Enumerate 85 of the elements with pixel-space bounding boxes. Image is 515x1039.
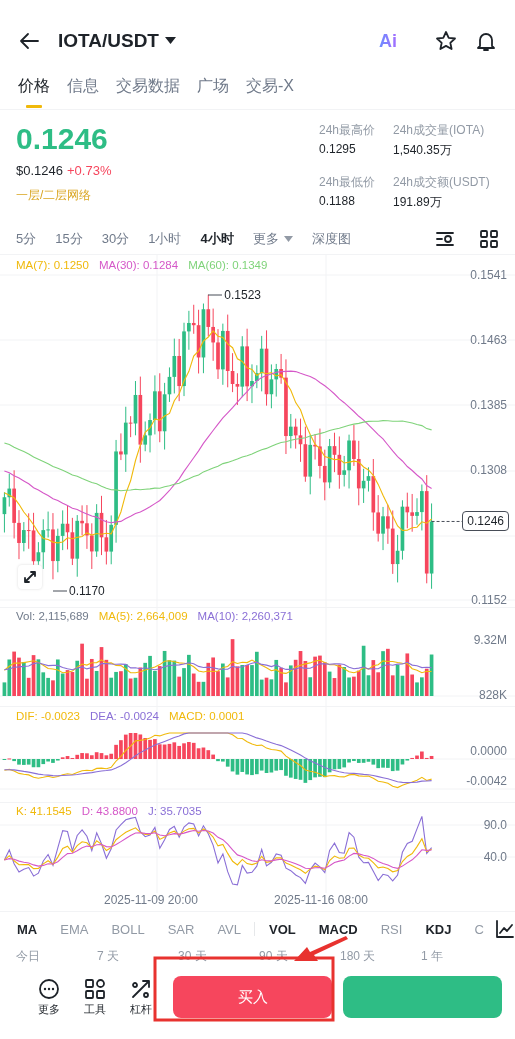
leader-line [52,590,67,593]
indicator-tab[interactable]: EMA [60,921,89,937]
stat-value: 0.1295 [319,142,357,156]
stat-label: 24h成交额(USDT) [393,173,491,191]
leader-line [208,293,223,296]
axis-date: 2025-11-09 20:00 [104,893,198,907]
range-label: 今日 [16,948,41,965]
axis-label: 0.1541 [470,268,507,282]
axis-label: 0.1385 [470,398,507,413]
last-price-label: 0.1246 [462,511,509,532]
axis-label: 90.0 [483,818,507,832]
axis-label: 0.1308 [470,462,507,477]
range-label: 180 天 [340,948,377,965]
price-marker: 0.1523 [224,287,261,302]
network-tag[interactable]: 一层/二层网络 [16,187,319,204]
grid-icon[interactable] [479,229,499,249]
interval-tab[interactable]: 1小时 [148,230,182,248]
stat-value: 1,540.35万 [393,142,453,159]
price-marker: 0.1170 [68,584,105,599]
interval-tab[interactable]: 30分 [101,230,130,248]
indicator-tab[interactable]: AVL [217,921,241,937]
action-label[interactable]: 杠杆 [130,1001,152,1017]
back-icon[interactable] [18,30,40,52]
tab[interactable]: 交易数据 [116,76,180,109]
pair-title[interactable]: IOTA/USDT [58,30,159,52]
legend-text: MA(60): 0.1349 [188,259,268,271]
action-label[interactable]: 工具 [84,1001,106,1017]
axis-label: 828K [478,688,507,702]
bell-icon[interactable] [475,30,497,52]
stat-label: 24h成交量(IOTA) [393,122,486,139]
line-chart-icon[interactable] [494,919,515,939]
tab[interactable]: 交易-X [246,76,294,109]
indicator-tab[interactable]: MACD [318,921,358,937]
usd-price: $0.1246 [16,163,63,178]
tab[interactable]: 信息 [67,76,99,109]
legend-text: DEA: -0.0024 [89,710,159,722]
tools-icon[interactable] [84,977,106,1000]
legend-text: MACD: 0.0001 [168,710,245,722]
chart-settings-icon[interactable] [435,229,455,249]
stat-value: 0.1188 [319,193,356,208]
axis-label: 9.32M [473,633,507,647]
range-label: 1 年 [421,948,444,965]
indicator-tab[interactable]: KDJ [425,921,452,937]
action-label[interactable]: 更多 [38,1001,60,1017]
buy-button[interactable]: 买入 [173,976,332,1018]
legend-text: DIF: -0.0023 [16,710,80,722]
axis-label: 0.1152 [471,593,507,607]
price-change: +0.73% [67,163,112,178]
legend-text: Vol: 2,115,689 [16,610,89,622]
tab-underline [26,105,42,108]
axis-label: 40.0 [483,850,507,864]
interval-tab[interactable]: 15分 [55,230,83,248]
axis-date: 2025-11-16 08:00 [274,893,368,907]
interval-tab[interactable]: 深度图 [311,230,351,248]
last-price-line [431,520,463,522]
legend-text: MA(30): 0.1284 [98,259,179,271]
indicator-tab[interactable]: BOLL [111,921,145,937]
indicator-tab[interactable]: RSI [380,921,403,937]
tab[interactable]: 广场 [197,76,229,109]
legend-text: K: 41.1545 [16,805,72,817]
axis-label: -0.0042 [466,774,507,788]
interval-tab[interactable]: 更多 [252,230,293,248]
legend-text: MA(7): 0.1250 [16,259,89,271]
more-icon[interactable] [38,977,60,1000]
legend-text: MA(10): 2,260,371 [197,610,293,622]
axis-label: 0.1463 [470,333,507,348]
interval-tab[interactable]: 4小时 [200,230,234,248]
indicator-tab[interactable]: C [474,921,484,937]
indicator-tab[interactable]: SAR [167,921,195,937]
caret-icon[interactable] [165,37,176,45]
axis-label: 0.0000 [470,744,507,758]
legend-text: MA(5): 2,664,009 [98,610,188,622]
tab[interactable]: 价格 [18,76,50,109]
range-label: 7 天 [97,948,120,965]
indicator-tab[interactable]: VOL [269,921,296,937]
legend-text: D: 43.8800 [81,805,138,817]
interval-tab[interactable]: 5分 [16,230,37,248]
indicator-tab[interactable]: MA [17,921,38,937]
stat-label: 24h最高价 [319,122,377,139]
last-price: 0.1246 [16,122,109,156]
stat-value: 191.89万 [393,193,443,211]
star-icon[interactable] [435,30,457,52]
legend-text: J: 35.7035 [147,805,202,817]
percent-arrow-icon[interactable] [130,977,152,1000]
stat-label: 24h最低价 [319,173,377,191]
